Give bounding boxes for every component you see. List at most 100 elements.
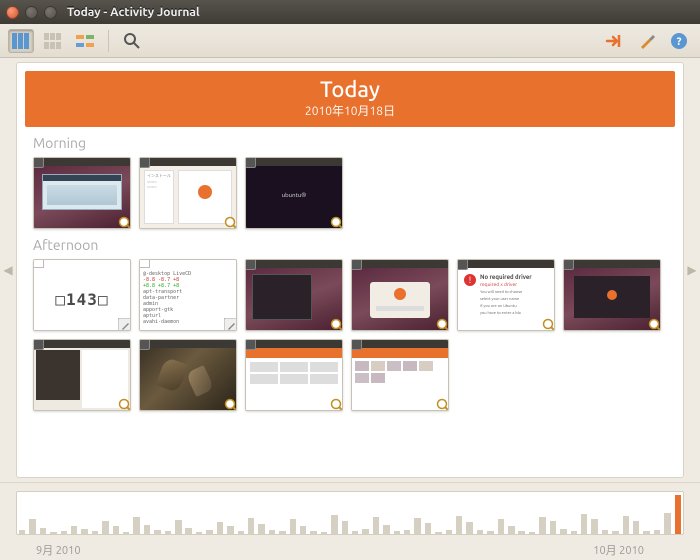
timeline-bar[interactable] <box>113 526 119 534</box>
timeline-bar[interactable] <box>602 530 608 534</box>
activity-thumbnail[interactable]: ubuntu® <box>245 157 343 229</box>
timeline-bar[interactable] <box>362 529 368 534</box>
activity-thumbnail[interactable] <box>245 339 343 411</box>
tag-icon <box>245 157 256 168</box>
view-columns-button[interactable] <box>8 29 34 53</box>
activity-thumbnail[interactable]: @-desktop LiveCD -8.8 -8.7 +8 +8.8 +8.7 … <box>139 259 237 331</box>
timeline-bar[interactable] <box>623 516 629 534</box>
timeline-bar[interactable] <box>321 532 327 534</box>
timeline-bar[interactable] <box>487 531 493 534</box>
timeline-bar[interactable] <box>29 519 35 534</box>
timeline-bar[interactable] <box>258 524 264 535</box>
timeline-bar[interactable] <box>675 495 681 534</box>
view-timeline-button[interactable] <box>72 29 98 53</box>
timeline-bar[interactable] <box>664 513 670 534</box>
timeline-label-right: 10月 2010 <box>593 542 644 558</box>
timeline-bar[interactable] <box>571 531 577 534</box>
timeline-bar[interactable] <box>612 531 618 534</box>
timeline-bar[interactable] <box>394 531 400 534</box>
timeline-bar[interactable] <box>456 516 462 534</box>
timeline-bar[interactable] <box>19 530 25 534</box>
timeline-bar[interactable] <box>238 531 244 534</box>
goto-today-icon <box>605 33 625 49</box>
activity-thumbnail[interactable] <box>139 339 237 411</box>
timeline-bar[interactable] <box>591 519 597 534</box>
timeline-bar[interactable] <box>477 530 483 534</box>
timeline-bar[interactable] <box>81 529 87 534</box>
timeline-bar[interactable] <box>383 525 389 534</box>
timeline-bar[interactable] <box>175 520 181 534</box>
timeline-bar[interactable] <box>227 526 233 534</box>
tag-icon <box>563 259 574 270</box>
timeline-bar[interactable] <box>404 530 410 534</box>
search-icon <box>123 32 141 50</box>
timeline-bar[interactable] <box>466 522 472 534</box>
timeline-bar[interactable] <box>373 517 379 534</box>
timeline-bar[interactable] <box>206 530 212 534</box>
timeline-bar[interactable] <box>217 522 223 534</box>
timeline-bar[interactable] <box>342 521 348 534</box>
activity-thumbnail[interactable]: インストール○○○○○○○○ <box>139 157 237 229</box>
timeline-histogram[interactable] <box>16 491 684 535</box>
magnifier-icon <box>118 216 131 229</box>
timeline-bar[interactable] <box>61 531 67 534</box>
timeline-bar[interactable] <box>435 532 441 534</box>
activity-thumbnail[interactable] <box>351 259 449 331</box>
timeline-bar[interactable] <box>71 526 77 534</box>
nav-prev-button[interactable]: ◀ <box>0 58 16 482</box>
timeline-bar[interactable] <box>518 531 524 534</box>
timeline-bar[interactable] <box>165 531 171 534</box>
search-button[interactable] <box>119 29 145 53</box>
timeline-bar[interactable] <box>133 517 139 534</box>
timeline-bar[interactable] <box>40 528 46 534</box>
timeline-bar[interactable] <box>560 529 566 534</box>
goto-today-button[interactable] <box>602 29 628 53</box>
activity-thumbnail[interactable] <box>33 339 131 411</box>
timeline-bar[interactable] <box>498 519 504 534</box>
timeline-bar[interactable] <box>446 530 452 534</box>
activity-thumbnail[interactable] <box>563 259 661 331</box>
timeline-bar[interactable] <box>102 521 108 534</box>
timeline-bar[interactable] <box>290 519 296 534</box>
activity-thumbnail[interactable]: !No required driverrequired x driverYou … <box>457 259 555 331</box>
timeline-bar[interactable] <box>50 532 56 534</box>
tag-icon <box>33 157 44 168</box>
timeline-bar[interactable] <box>581 514 587 534</box>
activity-thumbnail[interactable] <box>245 259 343 331</box>
timeline-bar[interactable] <box>279 531 285 534</box>
activity-thumbnail[interactable] <box>351 339 449 411</box>
preferences-button[interactable] <box>634 29 660 53</box>
timeline-bar[interactable] <box>414 518 420 534</box>
tag-icon <box>351 339 362 350</box>
timeline-bar[interactable] <box>643 531 649 534</box>
timeline-bar[interactable] <box>144 525 150 534</box>
timeline-bar[interactable] <box>154 530 160 534</box>
timeline-bar[interactable] <box>352 531 358 534</box>
timeline-bar[interactable] <box>654 530 660 534</box>
window-close-button[interactable] <box>6 6 19 19</box>
timeline-bar[interactable] <box>300 526 306 534</box>
timeline-bar[interactable] <box>269 530 275 534</box>
timeline-bar[interactable] <box>508 526 514 534</box>
window-minimize-button[interactable] <box>25 6 38 19</box>
timeline-bar[interactable] <box>248 518 254 534</box>
activity-thumbnail[interactable] <box>33 157 131 229</box>
nav-next-button[interactable]: ▶ <box>684 58 700 482</box>
timeline-bar[interactable] <box>310 531 316 534</box>
activity-thumbnail[interactable]: □143□ <box>33 259 131 331</box>
timeline-bar[interactable] <box>185 528 191 534</box>
timeline-bar[interactable] <box>633 521 639 534</box>
timeline-bar[interactable] <box>529 532 535 534</box>
help-button[interactable]: ? <box>666 29 692 53</box>
timeline-bar[interactable] <box>539 517 545 534</box>
magnifier-icon <box>648 318 661 331</box>
window-maximize-button[interactable] <box>44 6 57 19</box>
timeline-bar[interactable] <box>425 523 431 534</box>
timeline-bar[interactable] <box>196 532 202 534</box>
timeline-bar[interactable] <box>550 521 556 534</box>
timeline-bar[interactable] <box>92 531 98 534</box>
timeline-bar[interactable] <box>331 515 337 534</box>
view-grid-button[interactable] <box>40 29 66 53</box>
timeline-bar[interactable] <box>123 532 129 534</box>
section-morning-label: Morning <box>33 135 683 151</box>
